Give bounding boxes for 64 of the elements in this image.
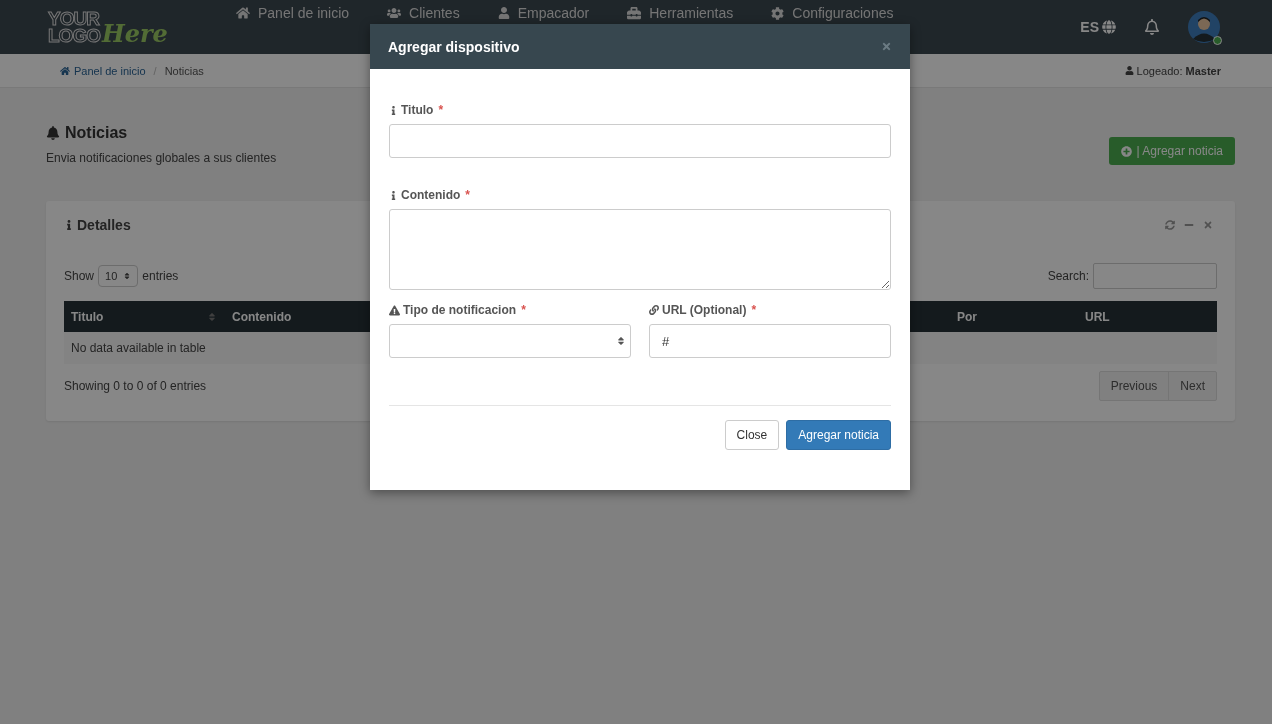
breadcrumb-separator: / (153, 64, 157, 77)
show-label: Show (64, 269, 95, 283)
column-header[interactable]: URL (1085, 309, 1110, 324)
column-header[interactable]: Titulo (71, 309, 104, 324)
logged-user: Logeado: Master (1136, 64, 1221, 77)
entries-label: entries (142, 269, 179, 283)
required-mark: * (521, 303, 526, 317)
link-icon (649, 305, 659, 315)
nav-item[interactable]: Empacador (497, 5, 590, 21)
nav-item[interactable]: Clientes (387, 5, 460, 21)
notification-bell-icon[interactable] (1144, 19, 1160, 35)
info-icon (389, 190, 398, 200)
modal-title: Agregar dispositivo (388, 38, 520, 55)
column-header[interactable]: Contenido (232, 309, 292, 324)
field-label: Contenido (401, 188, 461, 202)
select-field[interactable] (389, 324, 631, 358)
users-icon (387, 6, 402, 20)
nav-item[interactable]: Configuraciones (771, 5, 894, 21)
info-icon (389, 105, 398, 115)
search-label: Search: (1047, 269, 1089, 283)
gear-icon (771, 6, 785, 20)
refresh-icon[interactable] (1165, 220, 1175, 230)
close-button[interactable]: Close (724, 420, 780, 450)
globe-icon (1102, 20, 1116, 34)
search-field[interactable] (1093, 263, 1217, 289)
user-avatar[interactable] (1188, 11, 1220, 43)
sort-arrows-icon (616, 336, 626, 346)
submit-button[interactable]: Agregar noticia (786, 420, 891, 450)
column-header[interactable]: Por (957, 309, 977, 324)
breadcrumb-link[interactable]: Panel de inicio (60, 64, 146, 77)
panel-title: Detalles (77, 217, 131, 233)
required-mark: * (438, 103, 444, 117)
nav-item[interactable]: Panel de inicio (236, 5, 350, 21)
breadcrumb-current: Noticias (164, 64, 204, 77)
table-info: Showing 0 to 0 of 0 entries (64, 379, 207, 393)
user-icon (1124, 66, 1134, 75)
home-icon (60, 65, 70, 76)
sort-icon[interactable] (207, 311, 217, 322)
text-field[interactable]: # (649, 324, 891, 358)
bell-icon (46, 126, 60, 140)
text-area[interactable] (389, 209, 891, 290)
user-icon (497, 7, 510, 19)
warning-icon (389, 304, 400, 316)
sort-arrows-icon (123, 272, 132, 280)
required-mark: * (751, 303, 757, 317)
add-news-button[interactable]: | Agregar noticia (1109, 137, 1235, 165)
close-icon[interactable] (1203, 220, 1213, 230)
language-selector[interactable]: ES (1080, 19, 1116, 35)
plus-icon (1121, 145, 1133, 157)
page-subtitle: Envia notificaciones globales a sus clientes (46, 151, 277, 165)
field-label: URL (Optional) (662, 303, 747, 317)
text-field[interactable] (389, 124, 891, 158)
pagination-button[interactable]: Next (1168, 372, 1216, 400)
page-size-select[interactable]: 10 (98, 265, 139, 287)
nav-item[interactable]: Herramientas (627, 5, 734, 21)
pagination-button[interactable]: Previous (1099, 372, 1169, 400)
toolbox-icon (627, 6, 642, 20)
page-title: Noticias (65, 124, 128, 142)
home-icon (236, 6, 250, 20)
required-mark: * (465, 188, 470, 202)
info-icon (64, 220, 74, 230)
field-label: Titulo (401, 103, 434, 117)
field-label: Tipo de notificacion (403, 303, 517, 317)
close-icon[interactable] (881, 41, 892, 52)
